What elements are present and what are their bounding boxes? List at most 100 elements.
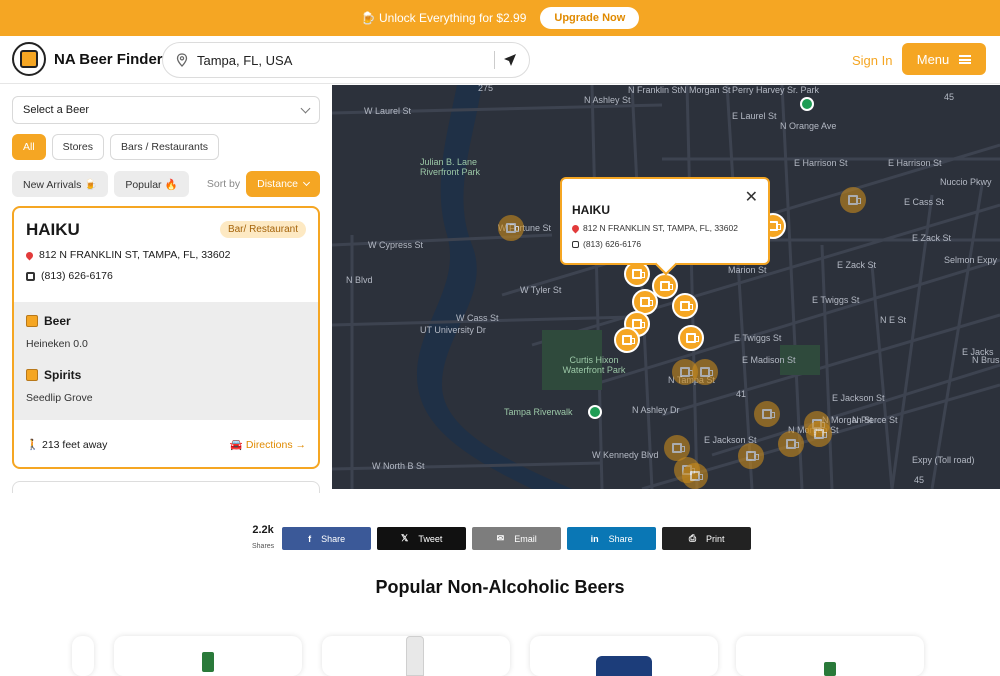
beer-marker[interactable]	[754, 401, 780, 427]
beer-marker[interactable]	[678, 325, 704, 351]
walking-distance: 🚶 213 feet away	[26, 438, 108, 451]
beer-icon	[26, 315, 38, 327]
beer-product-image	[824, 662, 836, 676]
highway-shield: 41	[736, 389, 747, 399]
filter-stores[interactable]: Stores	[51, 134, 105, 160]
highway-shield: 45	[914, 475, 925, 485]
venue-type-badge: Bar/ Restaurant	[219, 221, 306, 238]
map-label: N Ashley St	[584, 95, 631, 105]
beer-card[interactable]	[114, 636, 302, 676]
map-label: E Zack St	[837, 260, 877, 270]
directions-link[interactable]: 🚘 Directions →	[230, 438, 306, 451]
beer-marker[interactable]	[672, 293, 698, 319]
type-filters: All Stores Bars / Restaurants	[12, 134, 219, 160]
beer-mug-icon	[660, 281, 673, 291]
beer-marker[interactable]	[498, 215, 524, 241]
close-icon[interactable]: ✕	[745, 187, 758, 207]
twitter-share-button[interactable]: 𝕏 Tweet	[377, 527, 467, 550]
chevron-down-icon	[302, 178, 311, 186]
beer-mug-icon	[632, 319, 645, 329]
promo-banner: 🍺 Unlock Everything for $2.99 Upgrade No…	[0, 0, 1000, 36]
filter-bars-restaurants[interactable]: Bars / Restaurants	[110, 134, 219, 160]
beer-mug-icon	[690, 471, 703, 481]
search-input[interactable]: Tampa, FL, USA	[197, 53, 486, 68]
beer-mug-icon	[762, 409, 775, 419]
map-label: W Cypress St	[368, 240, 424, 250]
upgrade-button[interactable]: Upgrade Now	[540, 7, 640, 29]
beer-card[interactable]	[322, 636, 510, 676]
spirits-item: Seedlip Grove	[26, 392, 93, 404]
beer-product-image	[596, 656, 652, 676]
email-icon: ✉	[496, 533, 505, 543]
map-label: UT University Dr	[420, 325, 486, 335]
map-pin-icon	[176, 53, 188, 67]
menu-button[interactable]: Menu	[902, 43, 986, 75]
select-beer-dropdown[interactable]: Select a Beer	[12, 96, 320, 124]
beer-mug-icon	[640, 297, 653, 307]
map-label: N Ashley Dr	[632, 405, 680, 415]
sort-by-label: Sort by	[206, 178, 241, 190]
email-share-button[interactable]: ✉ Email	[472, 527, 562, 550]
location-search[interactable]: Tampa, FL, USA	[162, 42, 530, 78]
popup-address-row: 812 N FRANKLIN ST, TAMPA, FL, 33602	[570, 223, 758, 233]
sign-in-link[interactable]: Sign In	[852, 53, 892, 68]
popup-phone[interactable]: (813) 626-6176	[583, 239, 641, 249]
locate-arrow-icon[interactable]	[503, 53, 517, 67]
highway-shield: 45	[944, 92, 955, 102]
park-poi-icon[interactable]	[588, 405, 602, 419]
beer-card[interactable]	[72, 636, 94, 676]
next-venue-card[interactable]	[12, 481, 320, 493]
beer-label: Beer	[44, 314, 71, 328]
venue-phone-row: (813) 626-6176	[26, 270, 306, 282]
venue-address-row: 812 N FRANKLIN ST, TAMPA, FL, 33602	[24, 249, 306, 261]
share-label: Email	[514, 533, 537, 544]
brand-name: NA Beer Finder	[54, 50, 163, 68]
header: NA Beer Finder Tampa, FL, USA Sign In Me…	[0, 36, 1000, 84]
venue-popup[interactable]: ✕ HAIKU 812 N FRANKLIN ST, TAMPA, FL, 33…	[560, 177, 770, 265]
map-label: E Laurel St	[732, 111, 777, 121]
map-view[interactable]: Perry Harvey Sr. Park W Laurel St E Laur…	[332, 85, 1000, 489]
facebook-share-button[interactable]: f Share	[282, 527, 372, 550]
park-label: Curtis Hixon Waterfront Park	[562, 355, 626, 375]
venue-phone[interactable]: (813) 626-6176	[41, 270, 113, 282]
beer-marker[interactable]	[778, 431, 804, 457]
map-label: N Brush St	[972, 355, 1000, 365]
share-label: Share	[321, 533, 346, 544]
beer-marker[interactable]	[840, 187, 866, 213]
beer-marker[interactable]	[614, 327, 640, 353]
venue-card[interactable]: HAIKU Bar/ Restaurant 812 N FRANKLIN ST,…	[12, 206, 320, 469]
map-label: E Jackson St	[832, 393, 885, 403]
sort-row: New Arrivals 🍺 Popular 🔥 Sort by Distanc…	[12, 171, 320, 197]
beer-mug-icon	[680, 367, 693, 377]
spirits-label: Spirits	[44, 368, 82, 382]
map-label: Expy (Toll road)	[912, 455, 975, 465]
park-poi-icon[interactable]	[800, 97, 814, 111]
popular-button[interactable]: Popular 🔥	[114, 171, 189, 197]
map-label: Perry Harvey Sr. Park	[732, 85, 820, 95]
beer-marker[interactable]	[738, 443, 764, 469]
new-arrivals-button[interactable]: New Arrivals 🍺	[12, 171, 109, 197]
menu-label: Menu	[916, 51, 950, 67]
share-count-label: Shares	[252, 543, 275, 550]
linkedin-share-button[interactable]: in Share	[567, 527, 657, 550]
beer-marker[interactable]	[806, 421, 832, 447]
beer-marker[interactable]	[692, 359, 718, 385]
print-button[interactable]: ⎙ Print	[662, 527, 752, 550]
share-bar: 2.2k Shares f Share 𝕏 Tweet ✉ Email in S…	[252, 525, 752, 552]
logo[interactable]: NA Beer Finder	[12, 42, 163, 76]
spirits-icon	[26, 369, 38, 381]
phone-icon	[26, 271, 35, 281]
beer-card[interactable]	[530, 636, 718, 676]
beer-mug-icon	[622, 335, 635, 345]
sort-dropdown[interactable]: Distance	[246, 171, 320, 197]
filter-all[interactable]: All	[12, 134, 46, 160]
beer-card[interactable]	[736, 636, 924, 676]
beer-mug-icon	[686, 333, 699, 343]
beer-marker[interactable]	[682, 463, 708, 489]
share-count: 2.2k Shares	[252, 525, 274, 552]
beer-mug-icon	[672, 443, 685, 453]
beer-mug-icon	[700, 367, 713, 377]
sort-value: Distance	[257, 178, 298, 190]
popup-venue-name: HAIKU	[572, 203, 610, 217]
beer-mug-icon	[746, 451, 759, 461]
